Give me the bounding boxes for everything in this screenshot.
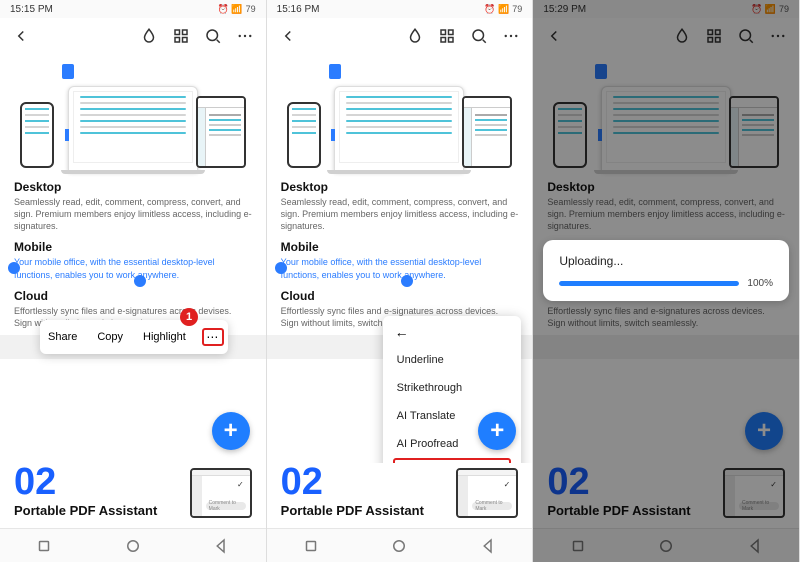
nav-back-icon[interactable] [479, 537, 497, 555]
droplet-icon[interactable] [140, 27, 158, 45]
section-text-desktop: Seamlessly read, edit, comment, compress… [14, 196, 252, 232]
mini-tablet-illustration: ✓ Comment to Mark [190, 468, 252, 518]
app-bar [267, 18, 533, 54]
section-title-mobile: Mobile [14, 240, 252, 254]
menu-item-strikethrough[interactable]: Strikethrough [383, 374, 521, 402]
popup-share[interactable]: Share [44, 331, 81, 343]
back-icon[interactable] [12, 27, 30, 45]
grid-icon[interactable] [172, 27, 190, 45]
section-title-cloud: Cloud [14, 289, 252, 303]
fab-add-button[interactable]: + [212, 412, 250, 450]
nav-recent-icon[interactable] [302, 537, 320, 555]
upload-progress-bar [559, 281, 739, 286]
status-time: 15:16 [277, 4, 302, 15]
status-bar: 15:16 PM ⏰ 📶 79 [267, 0, 533, 18]
upload-percent: 100% [747, 278, 773, 289]
app-bar [0, 18, 266, 54]
page-content: Desktop Seamlessly read, edit, comment, … [0, 54, 266, 359]
selection-handle-end[interactable] [134, 275, 146, 287]
more-icon[interactable] [236, 27, 254, 45]
status-bar: 15:15 PM ⏰ 📶 79 [0, 0, 266, 18]
search-icon[interactable] [204, 27, 222, 45]
status-time: 15:15 [10, 4, 35, 15]
system-nav [0, 528, 266, 562]
grid-icon[interactable] [438, 27, 456, 45]
menu-back-icon[interactable]: ← [383, 324, 521, 346]
selection-handle-end[interactable] [401, 275, 413, 287]
popup-more-button[interactable]: ⋯ [202, 328, 224, 346]
back-icon[interactable] [279, 27, 297, 45]
search-icon[interactable] [470, 27, 488, 45]
doc-tag-icon [62, 64, 74, 79]
popup-copy[interactable]: Copy [93, 331, 127, 343]
section-title-desktop: Desktop [14, 180, 252, 194]
devices-illustration [14, 62, 252, 172]
upload-title: Uploading... [559, 254, 773, 268]
menu-item-underline[interactable]: Underline [383, 346, 521, 374]
more-icon[interactable] [502, 27, 520, 45]
screen-1: 15:15 PM ⏰ 📶 79 [0, 0, 267, 562]
screen-3: 15:29 PM ⏰ 📶 79 Desktop Seamlessly read,… [533, 0, 800, 562]
popup-highlight[interactable]: Highlight [139, 331, 190, 343]
callout-badge-1: 1 [180, 308, 198, 326]
nav-back-icon[interactable] [212, 537, 230, 555]
nav-recent-icon[interactable] [35, 537, 53, 555]
tablet-illustration [196, 96, 246, 168]
upload-dialog: Uploading... 100% [543, 240, 789, 301]
phone-illustration [20, 102, 54, 168]
section-text-mobile[interactable]: Your mobile office, with the essential d… [14, 256, 252, 280]
text-selection-popup: Share Copy Highlight ⋯ [40, 320, 228, 354]
nav-home-icon[interactable] [124, 537, 142, 555]
status-icons: ⏰ 📶 79 [218, 4, 256, 15]
droplet-icon[interactable] [406, 27, 424, 45]
screen-2: 15:16 PM ⏰ 📶 79 Desktop Seamlessly read,… [267, 0, 534, 562]
nav-home-icon[interactable] [390, 537, 408, 555]
